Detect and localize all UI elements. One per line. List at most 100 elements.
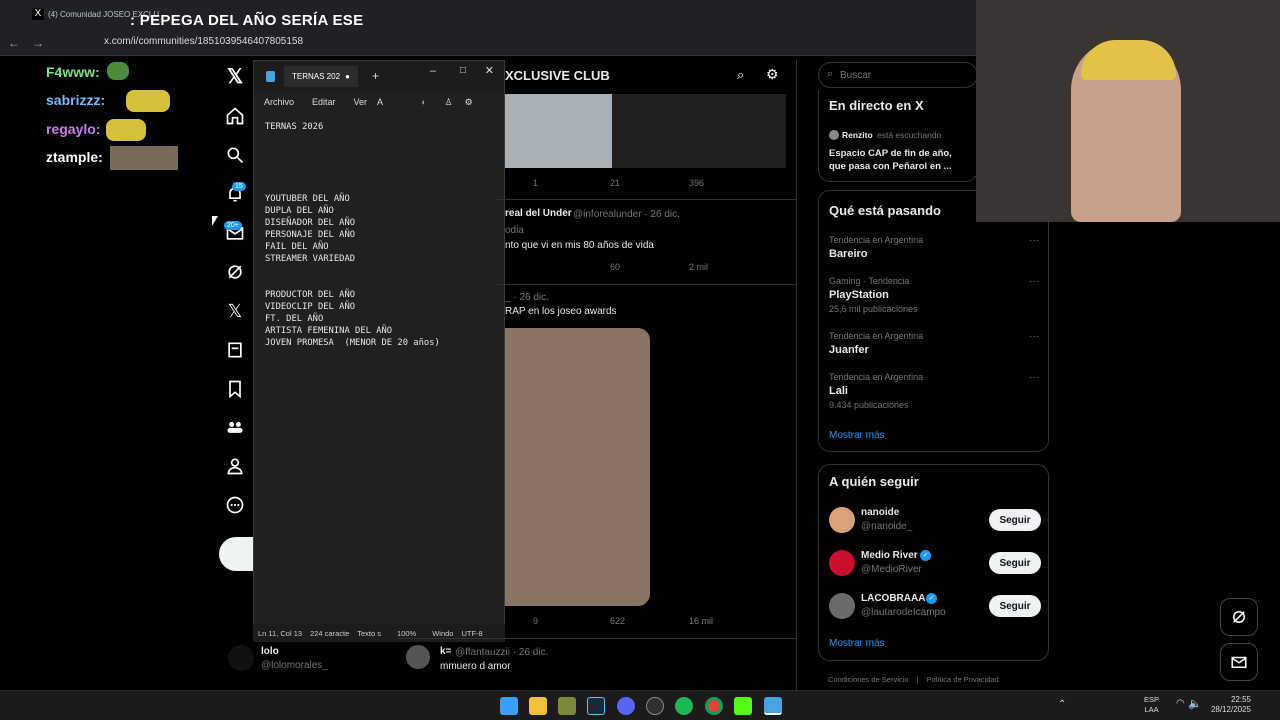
post-handle[interactable]: _ · 26 dic. <box>505 292 549 303</box>
more-dots-icon[interactable]: ··· <box>1029 331 1039 342</box>
home-icon[interactable] <box>223 104 247 128</box>
post-photo[interactable] <box>505 328 650 606</box>
listener-status: está escuchando <box>877 130 942 140</box>
start-icon[interactable] <box>500 697 518 715</box>
maximize-button[interactable]: □ <box>460 65 466 76</box>
chat-user: F4www: <box>46 64 100 80</box>
follow-suggestion[interactable]: LACOBRAAA ✓ @lautarodeIcampo Seguir <box>829 591 1041 621</box>
x-logo-icon[interactable]: 𝕏 <box>223 64 247 88</box>
listener-name[interactable]: Renzito <box>842 130 873 140</box>
profile-icon[interactable] <box>223 454 247 478</box>
wifi-icon[interactable]: ◠ <box>1176 698 1185 709</box>
line-ending[interactable]: Windo <box>432 629 453 638</box>
view-count[interactable]: 16 mil <box>689 616 713 626</box>
more-dots-icon[interactable]: ··· <box>1029 372 1039 383</box>
language-indicator[interactable]: ESP LAA <box>1144 695 1159 715</box>
menu-edit[interactable]: Editar <box>312 97 336 107</box>
follow-name[interactable]: nanoide <box>861 507 899 518</box>
app-icon[interactable] <box>558 697 576 715</box>
follow-name[interactable]: LACOBRAAA <box>861 593 925 604</box>
notepad-taskbar-icon[interactable] <box>764 697 782 715</box>
post-handle[interactable]: @inforealunder · 26 dic. <box>573 209 680 220</box>
privacy-link[interactable]: Política de Privacidad <box>927 675 999 684</box>
copilot-icon[interactable]: ◐ <box>421 97 426 107</box>
messages-floating-button[interactable] <box>1220 643 1258 681</box>
repost-count[interactable]: 1 <box>533 178 538 188</box>
terms-link[interactable]: Condiciones de Servicio <box>828 675 908 684</box>
trend-name: Lali <box>829 385 848 397</box>
follow-name[interactable]: Medio River <box>861 550 918 561</box>
sidebar-search-input[interactable]: ⌕ Buscar <box>818 62 978 88</box>
trend-item[interactable]: Gaming · Tendencia PlayStation 25,6 mil … <box>829 276 1039 314</box>
notepad-text-area[interactable]: TERNAS 2026 YOUTUBER DEL AÑO DUPLA DEL A… <box>254 113 504 357</box>
search-icon[interactable] <box>223 143 247 167</box>
steam-icon[interactable] <box>587 697 605 715</box>
post-handle[interactable]: @ffantauzzii · 26 dic. <box>455 647 548 658</box>
discord-icon[interactable] <box>617 697 635 715</box>
account-name[interactable]: lolo <box>261 646 279 657</box>
space-title[interactable]: Espacio CAP de fin de año, que pasa con … <box>829 147 959 173</box>
chrome-icon[interactable] <box>705 697 723 715</box>
post-author[interactable]: k= <box>440 646 451 657</box>
grok-icon[interactable] <box>223 260 247 284</box>
account-handle[interactable]: @lolomorales_ <box>261 660 328 671</box>
like-count[interactable]: 622 <box>610 616 625 626</box>
follow-suggestion[interactable]: Medio River ✓ @MedioRiver Seguir <box>829 548 1041 578</box>
spotify-icon[interactable] <box>675 697 693 715</box>
menu-file[interactable]: Archivo <box>264 97 294 107</box>
like-count[interactable]: 21 <box>610 178 620 188</box>
follow-button[interactable]: Seguir <box>989 595 1041 617</box>
post-author[interactable]: real del Under <box>505 208 572 219</box>
grok-floating-button[interactable] <box>1220 598 1258 636</box>
encoding[interactable]: UTF-8 <box>461 629 482 638</box>
account-icon[interactable]: ♙ <box>445 97 453 108</box>
communities-icon[interactable] <box>223 415 247 439</box>
address-input[interactable]: x.com/i/communities/1851039546407805158 <box>104 36 303 47</box>
clock[interactable]: 22:55 28/12/2025 <box>1209 695 1251 715</box>
bookmarks-icon[interactable] <box>223 377 247 401</box>
trends-card: Qué está pasando Tendencia en Argentina … <box>818 190 1049 452</box>
minimize-button[interactable]: – <box>430 65 436 77</box>
show-more-link[interactable]: Mostrar más <box>829 430 885 441</box>
settings-gear-icon[interactable]: ⚙ <box>465 97 473 108</box>
vertical-divider <box>796 60 797 690</box>
follow-suggestion[interactable]: nanoide @nanoide_ Seguir <box>829 505 1041 535</box>
show-more-link[interactable]: Mostrar más <box>829 638 885 649</box>
obs-icon[interactable] <box>646 697 664 715</box>
trend-item[interactable]: Tendencia en Argentina Lali 9.434 public… <box>829 372 1039 410</box>
premium-x-icon[interactable]: 𝕏 <box>223 299 247 323</box>
post-button[interactable] <box>219 537 255 571</box>
like-count[interactable]: 60 <box>610 262 620 272</box>
kick-icon[interactable] <box>734 697 752 715</box>
trend-item[interactable]: Tendencia en Argentina Bareiro ··· <box>829 235 1039 260</box>
view-count[interactable]: 2 mil <box>689 262 708 272</box>
post-avatar[interactable] <box>406 645 430 669</box>
lolo-avatar[interactable] <box>228 645 254 671</box>
more-dots-icon[interactable]: ··· <box>1029 276 1039 287</box>
menu-view[interactable]: Ver <box>354 97 368 107</box>
lists-icon[interactable] <box>223 338 247 362</box>
avatar[interactable] <box>829 507 855 533</box>
volume-icon[interactable]: 🔈 <box>1188 697 1202 710</box>
close-button[interactable]: ✕ <box>485 64 494 77</box>
settings-gear-icon[interactable]: ⚙ <box>766 66 779 83</box>
more-icon[interactable] <box>223 493 247 517</box>
avatar[interactable] <box>829 550 855 576</box>
follow-button[interactable]: Seguir <box>989 552 1041 574</box>
new-tab-button[interactable]: + <box>372 69 379 83</box>
forward-arrow-icon[interactable]: → <box>32 36 44 50</box>
lang-layout: LAA <box>1144 705 1159 714</box>
back-arrow-icon[interactable]: ← <box>8 36 20 50</box>
trend-item[interactable]: Tendencia en Argentina Juanfer ··· <box>829 331 1039 356</box>
search-icon[interactable]: ⌕ <box>737 67 744 83</box>
chevron-up-icon[interactable]: ⌃ <box>1058 699 1066 710</box>
more-dots-icon[interactable]: ··· <box>1029 235 1039 246</box>
zoom-level[interactable]: 100% <box>397 629 416 638</box>
repost-count[interactable]: 9 <box>533 616 538 626</box>
view-count[interactable]: 396 <box>689 178 704 188</box>
format-icon[interactable]: A <box>377 97 383 107</box>
file-explorer-icon[interactable] <box>529 697 547 715</box>
notepad-tab[interactable]: TERNAS 202 ● <box>284 65 358 87</box>
avatar[interactable] <box>829 593 855 619</box>
follow-button[interactable]: Seguir <box>989 509 1041 531</box>
